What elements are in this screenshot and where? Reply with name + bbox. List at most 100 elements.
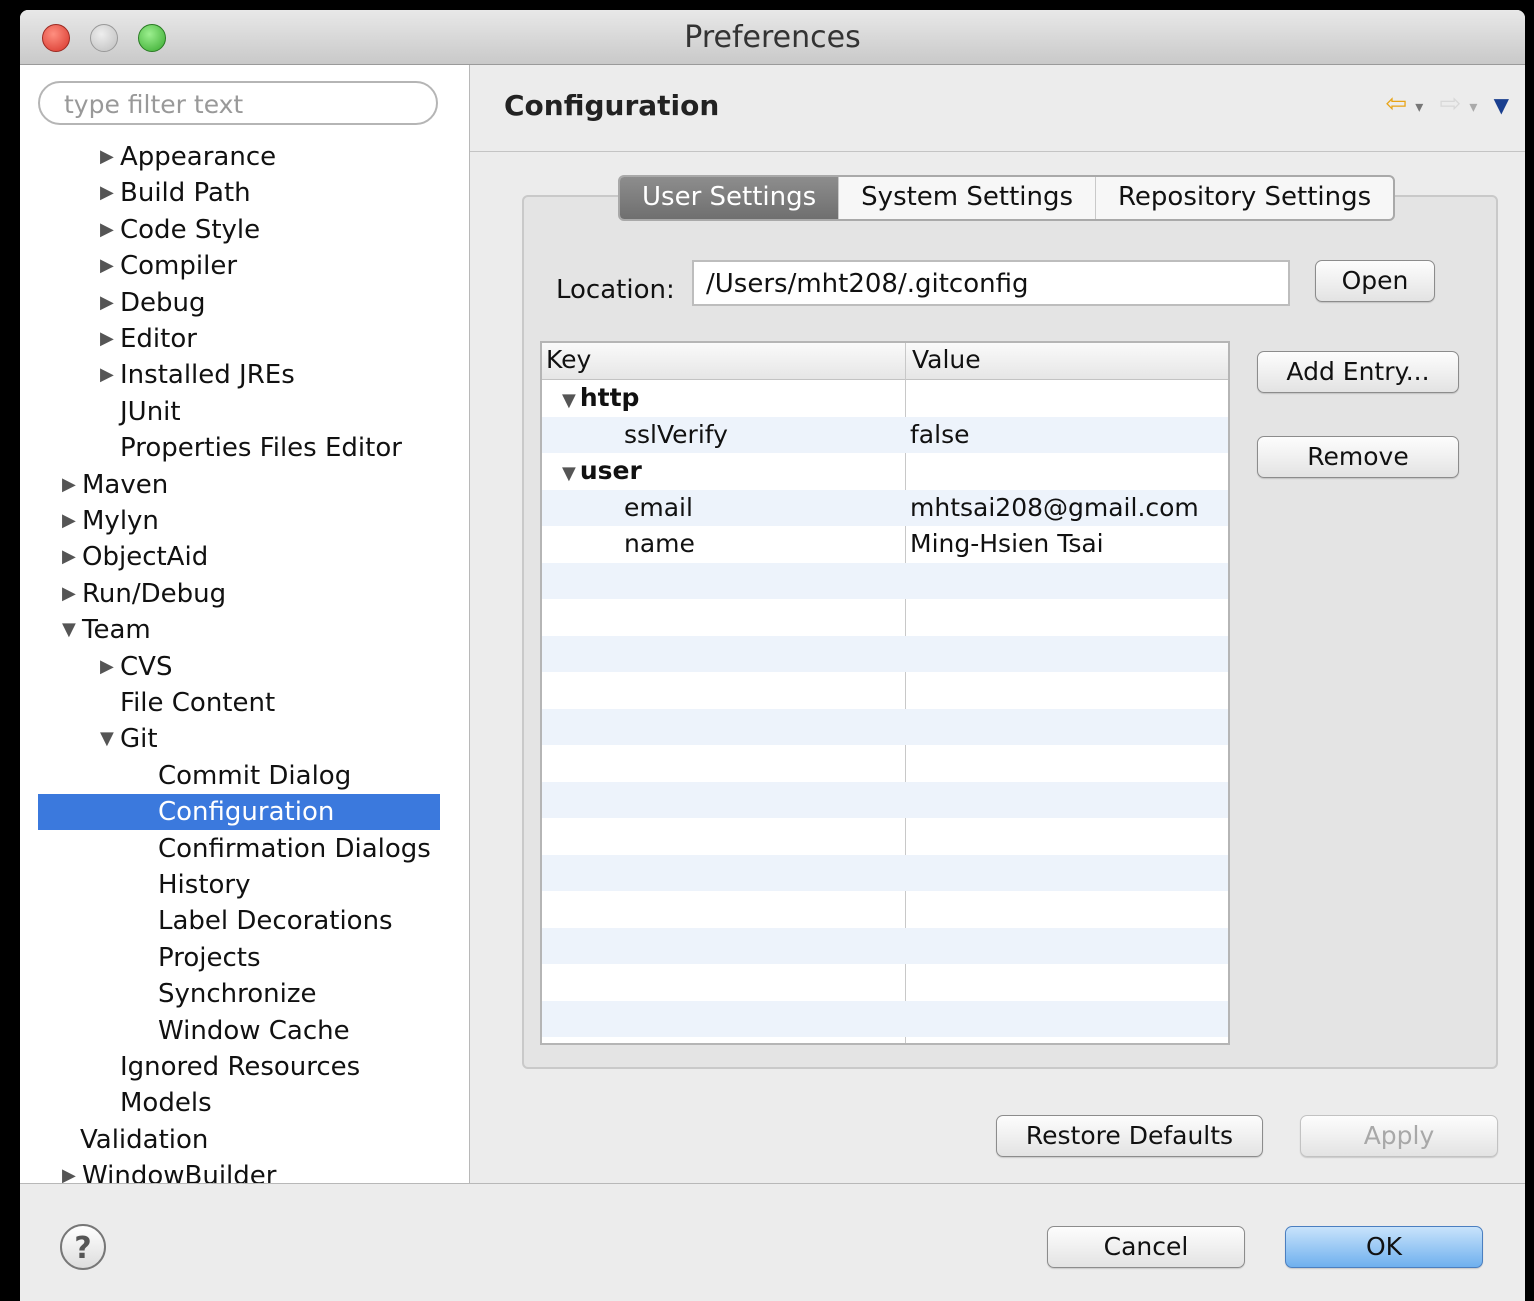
tree-item-label: Appearance (120, 142, 277, 172)
collapsed-arrow-icon[interactable]: ▶ (62, 1158, 82, 1183)
config-table[interactable]: Key Value ▼ http sslVerify false ▼ user email m… (540, 341, 1230, 1045)
tree-item[interactable]: ▶ Build Path (100, 175, 251, 211)
tree-item[interactable]: Projects (158, 940, 261, 976)
tree-item[interactable]: ▶ Maven (62, 467, 168, 503)
tree-item[interactable]: ▶ Debug (100, 285, 206, 321)
tree-item[interactable]: ▼ Git (100, 721, 158, 757)
table-row[interactable] (542, 562, 1228, 599)
collapsed-arrow-icon[interactable]: ▶ (62, 576, 82, 612)
table-row[interactable] (542, 781, 1228, 818)
chevron-down-icon[interactable]: ▾ (1415, 97, 1423, 116)
help-icon[interactable]: ? (60, 1224, 106, 1270)
table-row[interactable] (542, 745, 1228, 782)
table-row[interactable] (542, 635, 1228, 672)
table-row[interactable] (542, 854, 1228, 891)
tree-item-label: Ignored Resources (120, 1052, 361, 1082)
collapsed-arrow-icon[interactable]: ▶ (62, 539, 82, 575)
title-bar[interactable]: Preferences (20, 10, 1525, 65)
page-header: Configuration ⇦ ▾ ⇨ ▾ ▼ (470, 65, 1525, 152)
tab-system-settings[interactable]: System Settings (839, 177, 1097, 219)
tree-item-label: Models (120, 1088, 212, 1119)
location-input[interactable] (704, 268, 1278, 300)
page-title: Configuration (504, 89, 720, 122)
expanded-arrow-icon[interactable]: ▼ (100, 721, 120, 757)
collapsed-arrow-icon[interactable]: ▶ (100, 321, 120, 357)
tree-item-label: Code Style (120, 214, 261, 245)
tree-item[interactable]: ▶ ObjectAid (62, 539, 208, 575)
tree-item[interactable]: Ignored Resources (120, 1049, 360, 1085)
table-row[interactable] (542, 1000, 1228, 1037)
tree-item[interactable]: Properties Files Editor (120, 430, 402, 466)
apply-button[interactable]: Apply (1300, 1115, 1498, 1157)
back-arrow-icon[interactable]: ⇦ (1385, 89, 1407, 119)
tree-item[interactable]: Window Cache (158, 1013, 350, 1049)
tree-item[interactable]: ▶ Mylyn (62, 503, 159, 539)
collapsed-arrow-icon[interactable]: ▶ (100, 212, 120, 248)
collapsed-arrow-icon[interactable]: ▶ (100, 649, 120, 685)
tree-item[interactable]: ▶ CVS (100, 649, 172, 685)
filter-field[interactable] (38, 81, 438, 125)
cancel-button[interactable]: Cancel (1047, 1226, 1245, 1268)
column-header-value[interactable]: Value (908, 343, 981, 377)
collapsed-arrow-icon[interactable]: ▶ (62, 467, 82, 503)
tree-item[interactable]: ▶ Installed JREs (100, 357, 295, 393)
location-field[interactable] (692, 260, 1290, 306)
filter-input[interactable] (62, 89, 426, 120)
open-button[interactable]: Open (1315, 260, 1435, 302)
forward-arrow-icon[interactable]: ⇨ (1440, 89, 1462, 119)
collapsed-arrow-icon[interactable]: ▶ (100, 175, 120, 211)
collapsed-arrow-icon[interactable]: ▶ (100, 285, 120, 321)
tree-item[interactable]: ▶ Compiler (100, 248, 237, 284)
tree-item[interactable]: ▶ Code Style (100, 212, 260, 248)
ok-button[interactable]: OK (1285, 1226, 1483, 1268)
table-row[interactable] (542, 891, 1228, 928)
tree-item[interactable]: History (158, 867, 251, 903)
tree-item[interactable]: Label Decorations (158, 903, 393, 939)
table-row[interactable] (542, 599, 1228, 636)
table-row[interactable]: email mhtsai208@gmail.com (542, 489, 1228, 526)
table-row[interactable] (542, 672, 1228, 709)
tree-item[interactable]: ▼ Team (62, 612, 151, 648)
table-row[interactable]: ▼ user (542, 453, 1228, 490)
tree-item[interactable]: ▶ WindowBuilder (62, 1158, 276, 1183)
expanded-arrow-icon[interactable]: ▼ (562, 390, 576, 411)
table-row[interactable]: ▼ http (542, 380, 1228, 417)
chevron-down-icon[interactable]: ▾ (1469, 97, 1477, 116)
table-row[interactable] (542, 964, 1228, 1001)
collapsed-arrow-icon[interactable]: ▶ (62, 503, 82, 539)
add-entry-button[interactable]: Add Entry... (1257, 351, 1459, 393)
restore-defaults-button[interactable]: Restore Defaults (996, 1115, 1263, 1157)
column-header-key[interactable]: Key (542, 343, 591, 377)
tree-item[interactable]: Configuration (38, 794, 440, 831)
tree-item[interactable]: Synchronize (158, 976, 317, 1012)
expanded-arrow-icon[interactable]: ▼ (562, 463, 576, 484)
table-row[interactable]: sslVerify false (542, 416, 1228, 453)
tree-item-label: Window Cache (158, 1015, 350, 1046)
tree-item[interactable]: ▶ Appearance (100, 139, 276, 175)
tree-item-label: Projects (158, 942, 261, 973)
tree-item[interactable]: Validation (80, 1122, 208, 1158)
collapsed-arrow-icon[interactable]: ▶ (100, 357, 120, 393)
tree-item[interactable]: File Content (120, 685, 275, 721)
table-row[interactable]: name Ming-Hsien Tsai (542, 526, 1228, 563)
tree-item[interactable]: Confirmation Dialogs (158, 831, 431, 867)
tree-item[interactable]: ▶ Editor (100, 321, 197, 357)
table-row[interactable] (542, 818, 1228, 855)
collapsed-arrow-icon[interactable]: ▶ (100, 139, 120, 175)
tree-item[interactable]: Commit Dialog (158, 758, 351, 794)
remove-button[interactable]: Remove (1257, 436, 1459, 478)
table-row[interactable] (542, 927, 1228, 964)
tree-item-label: Properties Files Editor (120, 433, 402, 464)
key-text: user (579, 456, 642, 485)
tree-item[interactable]: Models (120, 1085, 212, 1121)
value-cell: Ming-Hsien Tsai (910, 529, 1104, 558)
tab-repository-settings[interactable]: Repository Settings (1096, 177, 1393, 219)
collapsed-arrow-icon[interactable]: ▶ (100, 248, 120, 284)
expanded-arrow-icon[interactable]: ▼ (62, 612, 82, 648)
page-navigation: ⇦ ▾ ⇨ ▾ ▼ (1377, 89, 1509, 119)
table-row[interactable] (542, 708, 1228, 745)
tab-user-settings[interactable]: User Settings (620, 177, 840, 219)
tree-item[interactable]: JUnit (120, 394, 181, 430)
tree-item[interactable]: ▶ Run/Debug (62, 576, 226, 612)
view-menu-icon[interactable]: ▼ (1494, 93, 1509, 117)
